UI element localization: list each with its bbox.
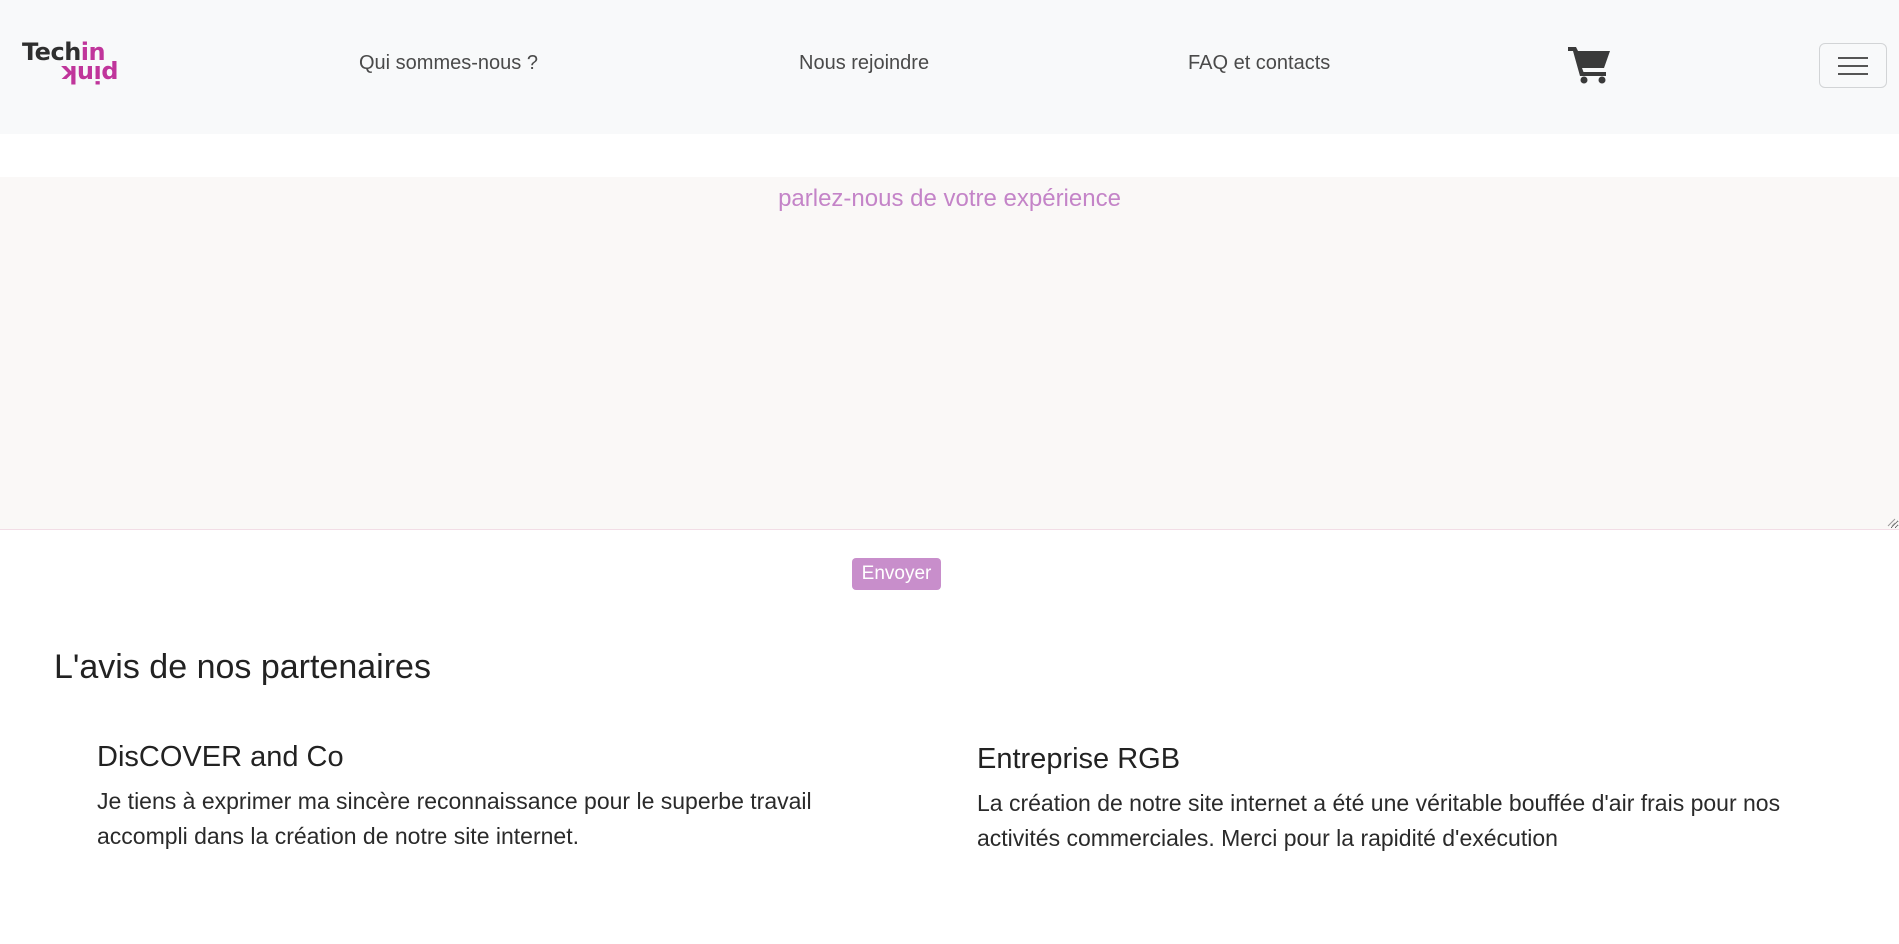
logo-text-bottom: pink bbox=[62, 60, 119, 88]
review-text: Je tiens à exprimer ma sincère reconnais… bbox=[97, 788, 812, 849]
resize-handle-icon[interactable] bbox=[1886, 517, 1896, 527]
nav-link-join[interactable]: Nous rejoindre bbox=[799, 52, 929, 75]
send-button[interactable]: Envoyer bbox=[852, 558, 941, 590]
review-author: DisCOVER and Co bbox=[97, 741, 344, 773]
navbar: Techin pink Qui sommes-nous ? Nous rejoi… bbox=[0, 0, 1899, 134]
review-author: Entreprise RGB bbox=[977, 743, 1181, 775]
nav-link-faq-contacts[interactable]: FAQ et contacts bbox=[1188, 52, 1330, 75]
review-card: Entreprise RGB La création de notre site… bbox=[977, 743, 1817, 856]
review-text: La création de notre site internet a été… bbox=[977, 790, 1781, 851]
partners-section-title: L'avis de nos partenaires bbox=[54, 648, 431, 686]
review-card: DisCOVER and Co Je tiens à exprimer ma s… bbox=[97, 741, 937, 854]
experience-textarea[interactable] bbox=[0, 177, 1899, 530]
nav-link-about[interactable]: Qui sommes-nous ? bbox=[359, 52, 538, 75]
hamburger-menu-icon[interactable] bbox=[1819, 43, 1887, 88]
brand-logo[interactable]: Techin pink bbox=[22, 40, 122, 88]
shopping-cart-icon[interactable] bbox=[1568, 44, 1612, 84]
